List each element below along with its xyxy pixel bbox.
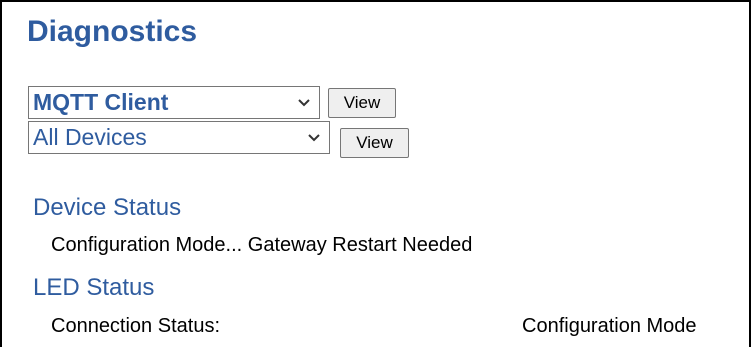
chevron-down-icon xyxy=(308,134,320,142)
device-select-value: All Devices xyxy=(33,124,147,150)
page-title: Diagnostics xyxy=(27,15,198,48)
device-status-heading: Device Status xyxy=(33,194,182,221)
module-select-value: MQTT Client xyxy=(33,89,169,115)
device-status-text: Configuration Mode... Gateway Restart Ne… xyxy=(51,234,473,256)
connection-status-value: Configuration Mode xyxy=(522,315,697,337)
led-status-heading: LED Status xyxy=(33,274,155,301)
view-button[interactable]: View xyxy=(340,128,409,158)
view-button[interactable]: View xyxy=(328,88,396,118)
module-select[interactable]: MQTT Client xyxy=(28,86,320,119)
device-select[interactable]: All Devices xyxy=(28,121,330,154)
connection-status-label: Connection Status: xyxy=(51,315,220,337)
chevron-down-icon xyxy=(298,99,310,107)
